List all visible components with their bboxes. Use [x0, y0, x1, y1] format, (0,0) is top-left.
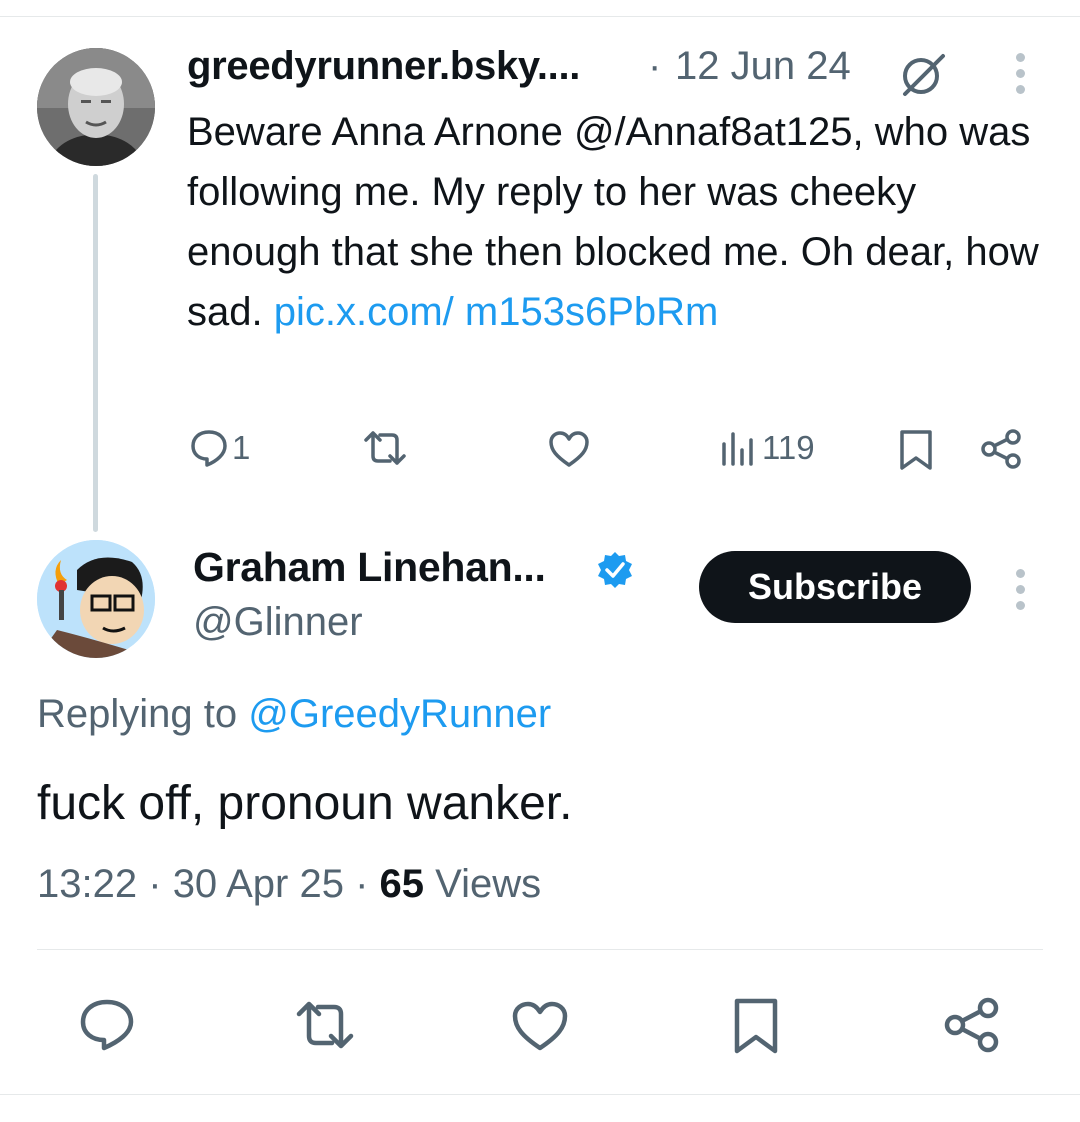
repost-icon: [362, 428, 408, 468]
like-button[interactable]: [511, 1000, 569, 1052]
replying-prefix: Replying to: [37, 692, 238, 736]
repost-button[interactable]: [362, 428, 408, 468]
main-tweet-text: fuck off, pronoun wanker.: [37, 777, 573, 830]
thread-line: [93, 174, 98, 532]
share-button[interactable]: [943, 996, 1001, 1054]
bookmark-icon: [898, 428, 934, 472]
meta-divider: [37, 949, 1043, 950]
views-count: 65: [379, 862, 425, 906]
tweet-meta: 13:22 · 30 Apr 25 · 65 Views: [37, 862, 541, 907]
grok-icon[interactable]: [897, 48, 949, 100]
share-icon: [943, 996, 1001, 1054]
bookmark-icon: [732, 996, 780, 1056]
parent-separator: ·: [648, 44, 662, 88]
parent-display-name[interactable]: greedyrunner.bsky....: [187, 44, 580, 89]
author-display-name[interactable]: Graham Linehan...: [193, 544, 546, 591]
meta-separator: ·: [355, 862, 369, 906]
tweet-date[interactable]: 30 Apr 25: [173, 862, 344, 906]
replying-to: Replying to @GreedyRunner: [37, 692, 551, 737]
share-button[interactable]: [980, 428, 1022, 470]
parent-tweet-link[interactable]: pic.x.com/ m153s6PbRm: [274, 290, 719, 334]
replying-mention[interactable]: @GreedyRunner: [248, 692, 551, 736]
bookmark-button[interactable]: [732, 996, 780, 1056]
author-handle[interactable]: @Glinner: [193, 600, 363, 645]
top-divider: [0, 16, 1080, 17]
parent-avatar[interactable]: [37, 48, 155, 166]
like-icon: [511, 1000, 569, 1052]
repost-button[interactable]: [294, 998, 356, 1052]
views-count: 119: [762, 429, 815, 466]
views-label: Views: [435, 862, 542, 906]
reply-icon: [189, 428, 229, 468]
bottom-divider: [0, 1094, 1080, 1095]
parent-tweet-text: Beware Anna Arnone @/Annaf8at125, who wa…: [187, 102, 1057, 342]
reply-icon: [78, 998, 136, 1052]
tweet-time[interactable]: 13:22: [37, 862, 137, 906]
subscribe-button[interactable]: Subscribe: [699, 551, 971, 623]
repost-icon: [294, 998, 356, 1052]
verified-badge-icon: [595, 550, 635, 590]
share-icon: [980, 428, 1022, 470]
like-button[interactable]: [548, 430, 590, 468]
reply-count: 1: [232, 429, 251, 466]
parent-date[interactable]: 12 Jun 24: [675, 44, 851, 89]
meta-separator: ·: [148, 862, 162, 906]
bookmark-button[interactable]: [898, 428, 934, 472]
more-icon[interactable]: [1016, 569, 1026, 617]
views-icon: [719, 428, 759, 468]
like-icon: [548, 430, 590, 468]
reply-button[interactable]: [78, 998, 136, 1052]
more-icon[interactable]: [1016, 53, 1026, 101]
author-avatar[interactable]: [37, 540, 155, 658]
reply-button[interactable]: 1: [189, 428, 250, 468]
views-button[interactable]: 119: [719, 428, 815, 468]
